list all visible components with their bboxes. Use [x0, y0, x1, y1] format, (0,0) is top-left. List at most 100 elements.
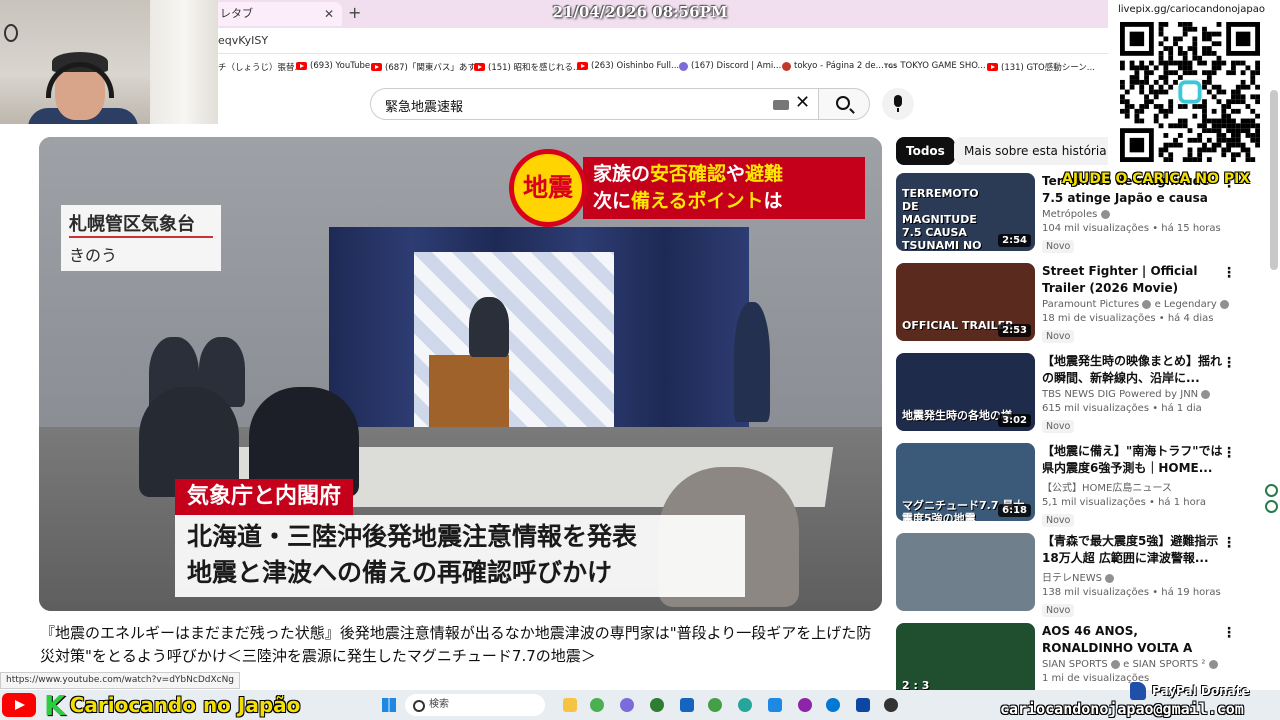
channel-line: Metrópoles	[1042, 209, 1227, 220]
bookmark-item[interactable]: (263) Oishinbo Full...	[577, 61, 679, 71]
video-title[interactable]: Street Fighter | Official Trailer (2026 …	[1042, 263, 1227, 297]
line-icon[interactable]	[708, 698, 722, 712]
video-title[interactable]: 【青森で最大震度5強】避難指示18万人超 広範囲に津波警報...	[1042, 533, 1227, 567]
channel-name[interactable]: TBS NEWS DIG Powered by JNN	[1042, 389, 1198, 400]
chrome-icon[interactable]	[590, 698, 604, 712]
channel-name-secondary[interactable]: e SIAN SPORTS ²	[1123, 659, 1205, 670]
extension-icon[interactable]	[1265, 500, 1278, 513]
scrollbar[interactable]	[1270, 90, 1278, 270]
verified-icon	[1105, 573, 1115, 583]
url-text[interactable]: eqvKyISY	[218, 34, 268, 47]
browser-tab[interactable]: レタブ ✕	[212, 2, 342, 26]
search-query[interactable]: 緊急地震速報	[385, 96, 463, 115]
location-caption: 札幌管区気象台 きのう	[61, 205, 221, 271]
bookmark-item[interactable]: TGS TOKYO GAME SHO...	[884, 61, 986, 71]
video-meta: Street Fighter | Official Trailer (2026 …	[1042, 263, 1229, 343]
search-button[interactable]	[818, 88, 870, 120]
pix-call-to-action: AJUDE O CARICA NO PIX	[1062, 171, 1251, 187]
bookmark-item[interactable]: (151) 昭和を感じれる...	[474, 61, 581, 73]
channel-name[interactable]: Metrópoles	[1042, 209, 1097, 220]
recommended-video[interactable]: マグニチュード7.7 最大震度5強の地震 6:18 【地震に備え】"南海トラフ"では…	[896, 443, 1256, 527]
youtube-icon	[474, 63, 485, 71]
webcam-overlay	[0, 0, 218, 124]
bookmark-item[interactable]: チ（しょうじ）張替...	[218, 61, 303, 73]
keyboard-icon[interactable]	[773, 100, 789, 110]
thumbnail-caption: TERREMOTO DE MAGNITUDE 7.5 CAUSA TSUNAMI…	[902, 187, 982, 251]
paypal-icon	[1130, 682, 1146, 700]
video-meta: 【地震に備え】"南海トラフ"では県内震度6強予測も｜HOME... 【公式】HOM…	[1042, 443, 1227, 527]
app-icon[interactable]	[798, 698, 812, 712]
video-thumbnail[interactable]: OFFICIAL TRAILER 2:53	[896, 263, 1035, 341]
video-thumbnail[interactable]: 地震発生時の各地の様 3:02	[896, 353, 1035, 431]
video-stats: 5,1 mil visualizações • há 1 hora	[1042, 497, 1206, 508]
news-banner-top: 家族の安否確認や避難 次に備えるポイントは 地震	[509, 145, 869, 229]
channel-name[interactable]: SIAN SPORTS	[1042, 659, 1108, 670]
recommended-video[interactable]: 【青森で最大震度5強】避難指示18万人超 広範囲に津波警報... 日テレNEWS …	[896, 533, 1256, 617]
recommended-video[interactable]: OFFICIAL TRAILER 2:53 Street Fighter | Off…	[896, 263, 1256, 343]
video-duration: 6:18	[998, 504, 1031, 517]
channel-name[interactable]: Paramount Pictures	[1042, 299, 1139, 310]
more-actions-icon[interactable]: ⋮	[1222, 265, 1236, 281]
youtube-icon	[296, 62, 307, 70]
video-thumbnail[interactable]	[896, 533, 1035, 611]
more-actions-icon[interactable]: ⋮	[1222, 445, 1236, 461]
recommended-video[interactable]: 地震発生時の各地の様 3:02 【地震発生時の映像まとめ】揺れの瞬間、新幹線内、沿岸…	[896, 353, 1256, 433]
file-explorer-icon[interactable]	[563, 698, 577, 712]
edge-icon[interactable]	[826, 698, 840, 712]
chip-mais-sobre[interactable]: Mais sobre esta história	[954, 137, 1117, 165]
app-icon[interactable]	[768, 698, 782, 712]
close-icon[interactable]: ✕	[324, 2, 334, 26]
video-stats: 615 mil visualizações • há 1 dia	[1042, 403, 1202, 414]
youtube-icon	[577, 62, 588, 70]
video-duration: 2:53	[998, 324, 1031, 337]
more-actions-icon[interactable]: ⋮	[1222, 535, 1236, 551]
tab-label: レタブ	[220, 7, 253, 20]
windows-start-icon[interactable]	[382, 698, 396, 712]
video-title[interactable]: 【地震発生時の映像まとめ】揺れの瞬間、新幹線内、沿岸に...	[1042, 353, 1227, 387]
webcam-curtain	[150, 0, 218, 124]
video-scene-person	[469, 297, 509, 357]
search-input[interactable]: 緊急地震速報 ✕	[370, 88, 818, 120]
video-stats: 138 mil visualizações • há 19 horas	[1042, 587, 1221, 598]
qr-code-icon	[1120, 22, 1260, 162]
chip-todos[interactable]: Todos	[896, 137, 955, 165]
video-title[interactable]: 【地震に備え】"南海トラフ"では県内震度6強予測も｜HOME...	[1042, 443, 1227, 477]
banner-text: 家族の安否確認や避難 次に備えるポイントは	[583, 157, 865, 219]
verified-icon	[1100, 209, 1110, 219]
screen: レタブ ✕ + 21/04/2026 08:56PM eqvKyISY チ（しょ…	[0, 0, 1280, 720]
channel-name[interactable]: 【公式】HOME広島ニュース	[1042, 483, 1172, 494]
voice-search-button[interactable]	[882, 88, 914, 120]
bookmark-item[interactable]: tokyo - Página 2 de...	[782, 61, 884, 71]
extension-icon[interactable]	[1265, 484, 1278, 497]
video-stats: 18 mi de visualizações • há 4 dias	[1042, 313, 1214, 324]
video-title[interactable]: AOS 46 ANOS, RONALDINHO VOLTA A VESTIR A…	[1042, 623, 1227, 657]
bookmark-item[interactable]: (131) GTO感動シーン...	[987, 61, 1095, 73]
app-icon[interactable]	[884, 698, 898, 712]
channel-name[interactable]: 日テレNEWS	[1042, 573, 1102, 584]
channel-name-secondary[interactable]: e Legendary	[1155, 299, 1217, 310]
app-icon[interactable]	[650, 698, 664, 712]
discord-icon[interactable]	[620, 698, 634, 712]
video-thumbnail[interactable]: TERREMOTO DE MAGNITUDE 7.5 CAUSA TSUNAMI…	[896, 173, 1035, 251]
video-title: 『地震のエネルギーはまだまだ残った状態』後発地震注意情報が出るなか地震津波の専門…	[40, 624, 872, 665]
bookmark-item[interactable]: (687)「関東バス」あす...	[371, 61, 484, 73]
video-thumbnail[interactable]: マグニチュード7.7 最大震度5強の地震 6:18	[896, 443, 1035, 521]
video-meta: 【青森で最大震度5強】避難指示18万人超 広範囲に津波警報... 日テレNEWS …	[1042, 533, 1227, 617]
app-icon[interactable]	[856, 698, 870, 712]
channel-branding: K Cariocando no Japão	[0, 689, 300, 720]
app-icon[interactable]	[680, 698, 694, 712]
verified-icon	[1219, 299, 1229, 309]
bookmark-item[interactable]: (693) YouTube	[296, 61, 370, 71]
video-meta: 【地震発生時の映像まとめ】揺れの瞬間、新幹線内、沿岸に... TBS NEWS D…	[1042, 353, 1227, 433]
bookmark-item[interactable]: (167) Discord | Ami...	[679, 61, 781, 71]
channel-line: TBS NEWS DIG Powered by JNN	[1042, 389, 1227, 400]
video-player[interactable]: 札幌管区気象台 きのう 家族の安否確認や避難 次に備えるポイントは 地震 気象庁…	[39, 137, 882, 611]
app-icon[interactable]	[738, 698, 752, 712]
more-actions-icon[interactable]: ⋮	[1222, 355, 1236, 371]
taskbar-search[interactable]: 検索	[405, 694, 545, 716]
clear-search-icon[interactable]: ✕	[795, 92, 810, 113]
new-badge: Novo	[1042, 330, 1075, 343]
more-actions-icon[interactable]: ⋮	[1222, 625, 1236, 641]
youtube-icon	[371, 63, 382, 71]
new-tab-icon[interactable]: +	[348, 3, 361, 22]
